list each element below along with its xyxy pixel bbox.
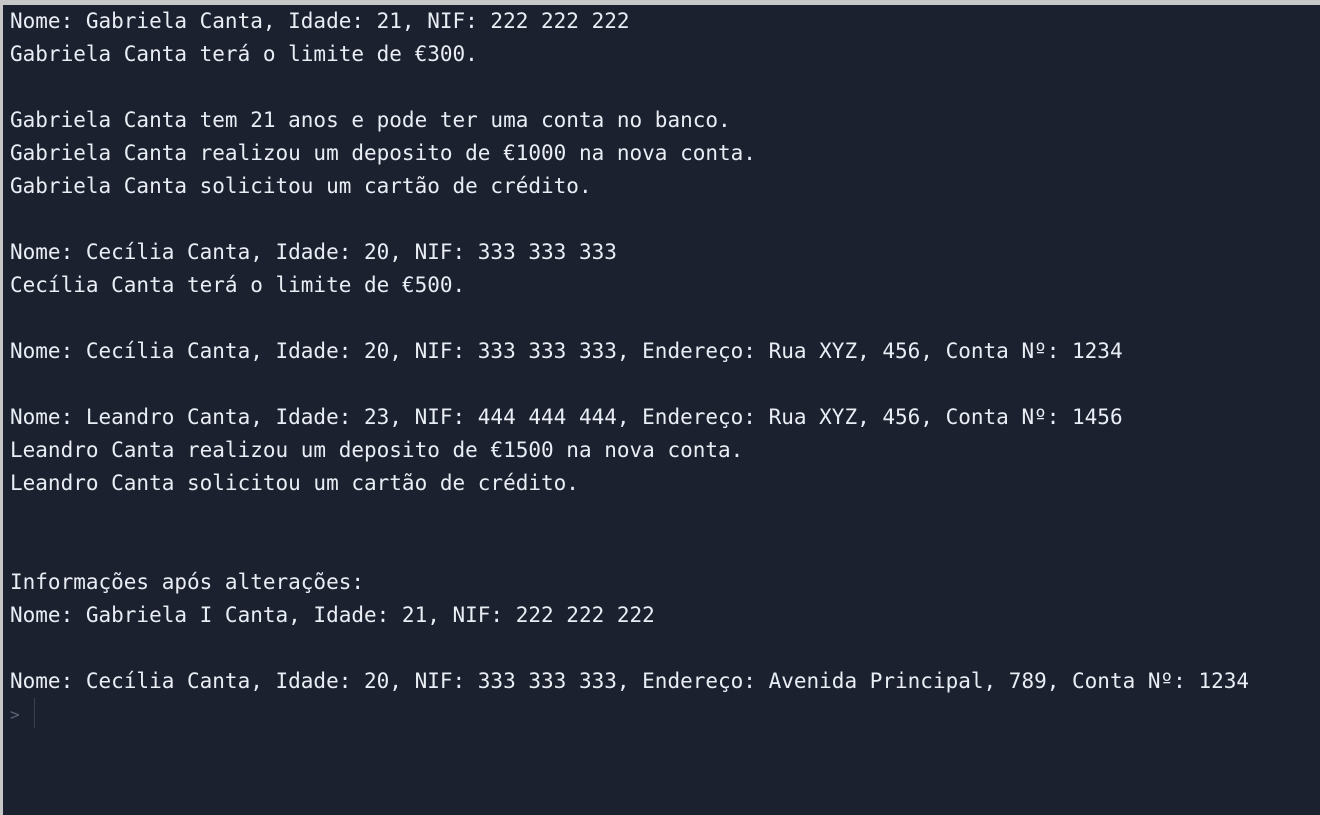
- console-line: Cecília Canta terá o limite de €500.: [10, 273, 466, 297]
- console-line: Leandro Canta solicitou um cartão de cré…: [10, 471, 579, 495]
- console-line: Nome: Leandro Canta, Idade: 23, NIF: 444…: [10, 405, 1123, 429]
- console-line: Nome: Cecília Canta, Idade: 20, NIF: 333…: [10, 339, 1123, 363]
- console-line: Nome: Gabriela Canta, Idade: 21, NIF: 22…: [10, 9, 630, 33]
- console-line: Gabriela Canta solicitou um cartão de cr…: [10, 174, 592, 198]
- prompt-icon: >: [10, 705, 20, 724]
- console-input-row[interactable]: >: [10, 698, 1310, 731]
- console-line: Gabriela Canta tem 21 anos e pode ter um…: [10, 108, 731, 132]
- console-output[interactable]: Nome: Gabriela Canta, Idade: 21, NIF: 22…: [10, 5, 1310, 811]
- console-line: Nome: Cecília Canta, Idade: 20, NIF: 333…: [10, 669, 1250, 693]
- console-line: Nome: Gabriela I Canta, Idade: 21, NIF: …: [10, 603, 655, 627]
- console-line: Nome: Cecília Canta, Idade: 20, NIF: 333…: [10, 240, 617, 264]
- window-left-border: [0, 0, 3, 815]
- console-window: Nome: Gabriela Canta, Idade: 21, NIF: 22…: [0, 0, 1320, 815]
- console-line: Informações após alterações:: [10, 570, 365, 594]
- console-line: Gabriela Canta realizou um deposito de €…: [10, 141, 756, 165]
- input-cursor: [34, 698, 35, 728]
- console-line: Gabriela Canta terá o limite de €300.: [10, 42, 478, 66]
- console-line: Leandro Canta realizou um deposito de €1…: [10, 438, 744, 462]
